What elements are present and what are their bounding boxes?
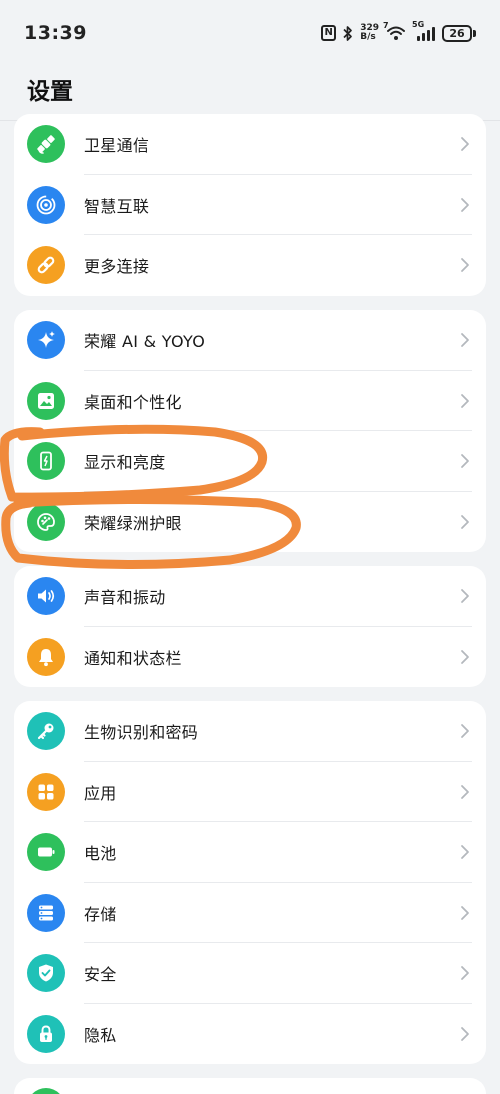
key-icon [27, 712, 65, 750]
settings-item-label: 显示和亮度 [84, 453, 166, 473]
cellular-signal: 5G [412, 20, 435, 42]
settings-item-notifications-statusbar[interactable]: 通知和状态栏 [14, 627, 486, 688]
chevron-right-icon [461, 514, 469, 529]
settings-item-display-brightness[interactable]: 显示和亮度 [14, 431, 486, 492]
settings-item-satellite[interactable]: 卫星通信 [14, 114, 486, 175]
chevron-right-icon [461, 1026, 469, 1041]
storage-icon [27, 893, 65, 932]
settings-item-label: 荣耀绿洲护眼 [84, 513, 182, 533]
settings-item-label: 荣耀 AI & YOYO [84, 332, 206, 352]
partial-item-icon [27, 1088, 65, 1094]
chevron-right-icon [461, 784, 469, 799]
lock-icon [27, 1014, 65, 1053]
network-speed-unit: B/s [360, 32, 376, 42]
settings-item-label: 应用 [84, 783, 117, 803]
settings-item-smart-connect[interactable]: 智慧互联 [14, 175, 486, 235]
settings-item-eye-comfort[interactable]: 荣耀绿洲护眼 [14, 492, 486, 553]
wifi-label: 7 [383, 21, 389, 30]
settings-screen: 13:39 N 329 B/s 7 5G 26 设置 卫星通信 智慧互联 更多连… [0, 0, 500, 1094]
status-bar: 13:39 N 329 B/s 7 5G 26 [0, 0, 500, 62]
signal-bars-icon [417, 27, 435, 41]
bluetooth-icon [343, 25, 353, 41]
chevron-right-icon [461, 966, 469, 980]
settings-group-sound-notifications: 声音和振动 通知和状态栏 [14, 566, 486, 687]
settings-item-label: 更多连接 [84, 257, 150, 277]
settings-item-battery[interactable]: 电池 [14, 822, 486, 883]
wifi-icon: 7 [383, 21, 406, 41]
status-icons: N 329 B/s 7 5G 26 [321, 20, 476, 46]
chevron-right-icon [461, 393, 469, 408]
settings-item-label: 隐私 [84, 1025, 117, 1045]
settings-item-label: 通知和状态栏 [84, 648, 182, 668]
settings-item-apps[interactable]: 应用 [14, 762, 486, 822]
chevron-right-icon [461, 137, 469, 151]
chevron-right-icon [461, 454, 469, 468]
page-title: 设置 [27, 79, 73, 105]
settings-item-privacy[interactable]: 隐私 [14, 1004, 486, 1065]
status-time: 13:39 [24, 22, 87, 44]
battery-tip-icon [473, 29, 476, 37]
apps-grid-icon [27, 772, 65, 811]
settings-item-label: 智慧互联 [84, 196, 150, 216]
palette-icon [27, 502, 65, 541]
settings-item-label: 存储 [84, 904, 117, 924]
settings-item-label: 声音和振动 [84, 588, 166, 608]
chevron-right-icon [461, 333, 469, 347]
network-speed: 329 B/s [360, 24, 379, 42]
link-rings-icon [27, 185, 65, 224]
battery-indicator: 26 [442, 24, 476, 42]
settings-item-biometrics-password[interactable]: 生物识别和密码 [14, 701, 486, 762]
settings-item-label: 生物识别和密码 [84, 723, 199, 743]
settings-item-desktop-personalization[interactable]: 桌面和个性化 [14, 371, 486, 431]
settings-item-storage[interactable]: 存储 [14, 883, 486, 943]
settings-group-system: 生物识别和密码 应用 电池 存储 安全 隐私 [14, 701, 486, 1064]
chevron-right-icon [461, 905, 469, 920]
settings-item-security[interactable]: 安全 [14, 943, 486, 1004]
chevron-right-icon [461, 724, 469, 738]
battery-level: 26 [442, 24, 472, 42]
settings-item-more-connections[interactable]: 更多连接 [14, 235, 486, 296]
sparkle-icon [27, 321, 65, 359]
settings-group-personalization: 荣耀 AI & YOYO 桌面和个性化 显示和亮度 荣耀绿洲护眼 [14, 310, 486, 552]
nfc-icon: N [321, 25, 337, 41]
phone-display-icon [27, 442, 65, 480]
battery-icon [27, 833, 65, 871]
picture-icon [27, 381, 65, 420]
chevron-right-icon [461, 258, 469, 272]
settings-group-more [14, 1078, 486, 1094]
chevron-right-icon [461, 589, 469, 603]
chain-link-icon [27, 246, 65, 284]
settings-item-label: 安全 [84, 965, 117, 985]
settings-item-label: 卫星通信 [84, 136, 150, 156]
shield-check-icon [27, 954, 65, 992]
satellite-icon [27, 125, 65, 163]
settings-group-connectivity: 卫星通信 智慧互联 更多连接 [14, 114, 486, 296]
bell-icon [27, 637, 65, 676]
chevron-right-icon [461, 649, 469, 664]
settings-item-label: 桌面和个性化 [84, 392, 182, 412]
settings-item-label: 电池 [84, 844, 117, 864]
settings-item-sound-vibration[interactable]: 声音和振动 [14, 566, 486, 627]
settings-item-honor-ai[interactable]: 荣耀 AI & YOYO [14, 310, 486, 371]
speaker-icon [27, 577, 65, 615]
chevron-right-icon [461, 845, 469, 859]
chevron-right-icon [461, 197, 469, 212]
